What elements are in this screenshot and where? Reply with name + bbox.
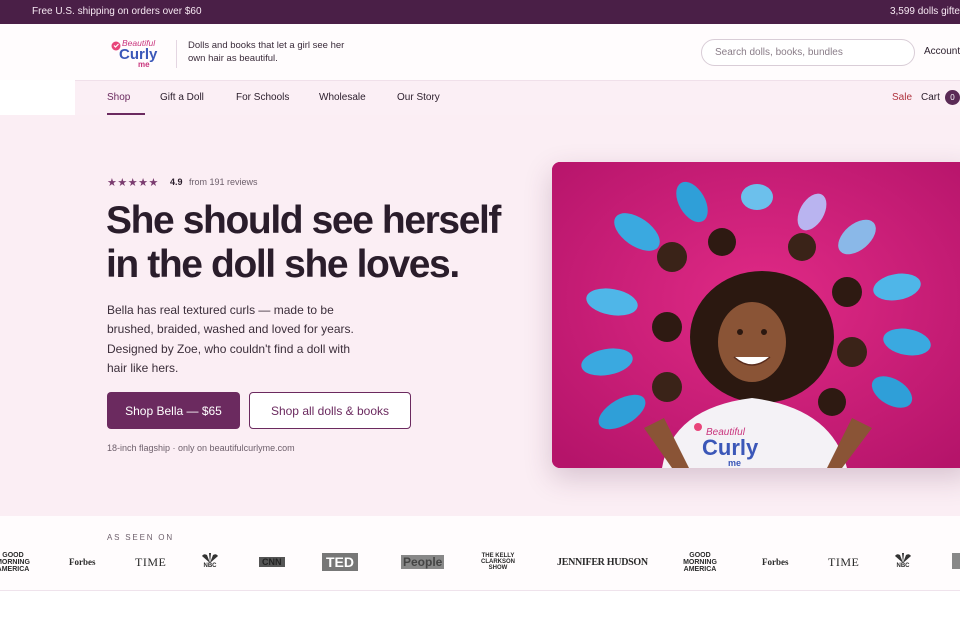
nav-item-our-story[interactable]: Our Story: [397, 92, 440, 103]
hero-headline: She should see herself in the doll she l…: [106, 199, 501, 286]
shipping-notice: Free U.S. shipping on orders over $60: [32, 6, 202, 17]
press-label: AS SEEN ON: [107, 533, 174, 542]
hero-fineprint: 18-inch flagship · only on beautifulcurl…: [107, 443, 295, 453]
nav-item-for-schools[interactable]: For Schools: [236, 92, 289, 103]
press-section: AS SEEN ON GOOD MORNING AMERICA Forbes T…: [0, 516, 960, 591]
press-logo-forbes-2: Forbes: [762, 557, 789, 567]
brand-logo[interactable]: Beautiful Curly me: [110, 37, 162, 69]
search-placeholder: Search dolls, books, bundles: [715, 47, 843, 58]
main-nav: Shop Gift a Doll For Schools Wholesale O…: [75, 80, 960, 115]
shop-bella-button[interactable]: Shop Bella — $65: [107, 392, 240, 429]
press-logo-cnn-partial: [952, 553, 960, 569]
press-logo-jennifer-hudson: JENNIFER HUDSON: [557, 556, 648, 568]
dolls-gifted-counter: 3,599 dolls gifte: [889, 6, 960, 17]
cart-link[interactable]: Cart: [921, 92, 940, 103]
page-continuation: [0, 591, 960, 626]
nav-item-sale[interactable]: Sale: [892, 92, 912, 103]
nav-item-wholesale[interactable]: Wholesale: [319, 92, 366, 103]
press-logo-ted: TED: [322, 553, 358, 571]
nav-item-gift-a-doll[interactable]: Gift a Doll: [160, 92, 204, 103]
account-link[interactable]: Account: [924, 46, 960, 57]
tagline: Dolls and books that let a girl see her …: [188, 40, 345, 64]
svg-text:me: me: [138, 60, 150, 69]
search-input[interactable]: Search dolls, books, bundles: [701, 39, 915, 66]
press-logo-kelly-clarkson: THE KELLY CLARKSON SHOW: [481, 553, 515, 571]
press-logo-time: TIME: [135, 554, 167, 569]
hero-section: ★★★★★ 4.9 from 191 reviews She should se…: [0, 115, 960, 516]
header-divider: [176, 40, 177, 68]
press-logo-time-2: TIME: [828, 554, 860, 569]
press-logo-nbc-2: NBC: [894, 553, 912, 571]
peacock-icon: [202, 553, 218, 563]
site-header: Beautiful Curly me Dolls and books that …: [0, 24, 960, 80]
press-logo-cnn: CNN: [259, 553, 285, 571]
press-logo-people: People: [401, 555, 445, 569]
reviews-link[interactable]: from 191 reviews: [189, 177, 258, 187]
cart-count-badge[interactable]: 0: [945, 90, 960, 105]
rating-stars: ★★★★★: [107, 177, 159, 189]
press-logo-gma: GOOD MORNING AMERICA: [0, 551, 30, 573]
hero-body: Bella has real textured curls — made to …: [107, 303, 354, 375]
press-logo-forbes: Forbes: [69, 557, 96, 567]
svg-text:Curly: Curly: [702, 435, 759, 460]
press-logo-gma-2: GOOD MORNING AMERICA: [683, 551, 717, 573]
hero-image: Beautiful Curly me: [552, 162, 960, 468]
rating-value: 4.9: [170, 177, 183, 187]
shop-all-button[interactable]: Shop all dolls & books: [249, 392, 411, 429]
svg-text:me: me: [728, 458, 741, 468]
announcement-bar: Free U.S. shipping on orders over $60 3,…: [0, 0, 960, 24]
press-logo-nbc: NBC: [201, 553, 219, 571]
peacock-icon: [895, 553, 911, 563]
girl-face: [718, 302, 786, 382]
nav-item-shop[interactable]: Shop: [107, 92, 130, 103]
